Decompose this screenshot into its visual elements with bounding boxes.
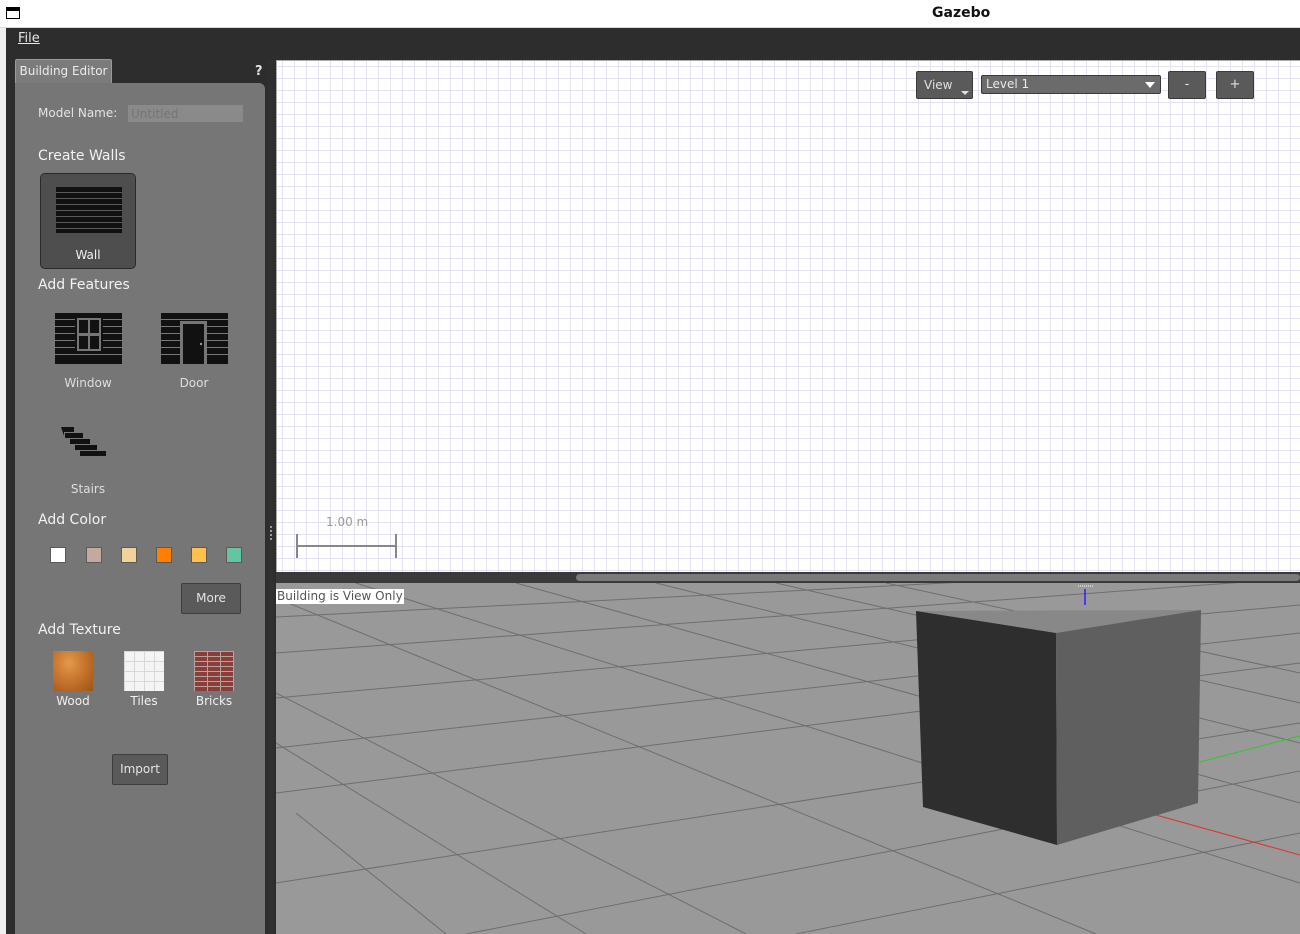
window-title: Gazebo <box>932 5 991 21</box>
level-select-value: Level 1 <box>986 77 1030 91</box>
tiles-label: Tiles <box>130 694 158 708</box>
menu-file-label: File <box>18 31 40 46</box>
door-icon <box>161 313 228 364</box>
menu-bar: File <box>6 28 1300 50</box>
import-button[interactable]: Import <box>112 754 168 785</box>
view-dropdown-icon <box>961 91 969 95</box>
wall-button[interactable]: Wall <box>40 173 136 269</box>
editor-2d-grid[interactable] <box>276 60 1300 576</box>
tiles-texture-button[interactable] <box>124 651 164 691</box>
color-swatch-orange[interactable] <box>156 547 172 563</box>
zoom-out-button[interactable]: - <box>1168 71 1206 99</box>
panel-splitter[interactable] <box>268 60 274 934</box>
stairs-feature-button[interactable] <box>60 426 108 458</box>
level-select[interactable]: Level 1 <box>981 75 1161 94</box>
scale-bar <box>296 534 397 558</box>
model-name-input[interactable] <box>128 105 243 122</box>
door-label: Door <box>179 376 209 390</box>
status-label: Building is View Only <box>276 589 404 604</box>
more-colors-button[interactable]: More <box>181 583 241 614</box>
title-bar: Gazebo <box>0 0 1300 28</box>
tab-building-editor[interactable]: Building Editor <box>15 59 112 83</box>
color-swatch-rose[interactable] <box>86 547 102 563</box>
window-icon[interactable] <box>6 7 20 19</box>
bricks-texture-button[interactable] <box>194 651 234 691</box>
wall-label: Wall <box>75 248 101 262</box>
window-feature-button[interactable] <box>55 313 123 365</box>
brick-wall-icon <box>56 187 122 233</box>
stairs-label: Stairs <box>70 482 106 496</box>
color-swatch-green[interactable] <box>226 547 242 563</box>
color-swatch-yellow[interactable] <box>191 547 207 563</box>
zoom-in-button[interactable]: + <box>1216 71 1254 99</box>
view-button[interactable]: View <box>916 71 973 99</box>
wood-label: Wood <box>56 694 90 708</box>
view-button-label: View <box>924 78 953 92</box>
view-3d-scene[interactable] <box>276 583 1300 934</box>
box-model[interactable] <box>916 610 1201 845</box>
help-button[interactable]: ? <box>255 64 263 79</box>
color-swatch-white[interactable] <box>50 547 66 563</box>
scrollbar-thumb[interactable] <box>576 574 1300 581</box>
add-color-heading: Add Color <box>38 512 107 528</box>
wood-texture-button[interactable] <box>53 651 93 691</box>
window-label: Window <box>64 376 112 390</box>
menu-file[interactable]: File <box>18 31 40 46</box>
add-texture-heading: Add Texture <box>38 622 121 638</box>
add-features-heading: Add Features <box>38 277 130 293</box>
scale-label: 1.00 m <box>326 515 369 529</box>
stairs-icon <box>61 427 106 456</box>
door-feature-button[interactable] <box>161 313 229 365</box>
splitter-handle[interactable] <box>270 526 274 540</box>
create-walls-heading: Create Walls <box>38 148 126 164</box>
window-icon <box>55 313 122 364</box>
chevron-down-icon <box>1145 82 1155 88</box>
model-name-label: Model Name: <box>38 106 118 120</box>
bricks-label: Bricks <box>195 694 233 708</box>
color-swatch-beige[interactable] <box>121 547 137 563</box>
